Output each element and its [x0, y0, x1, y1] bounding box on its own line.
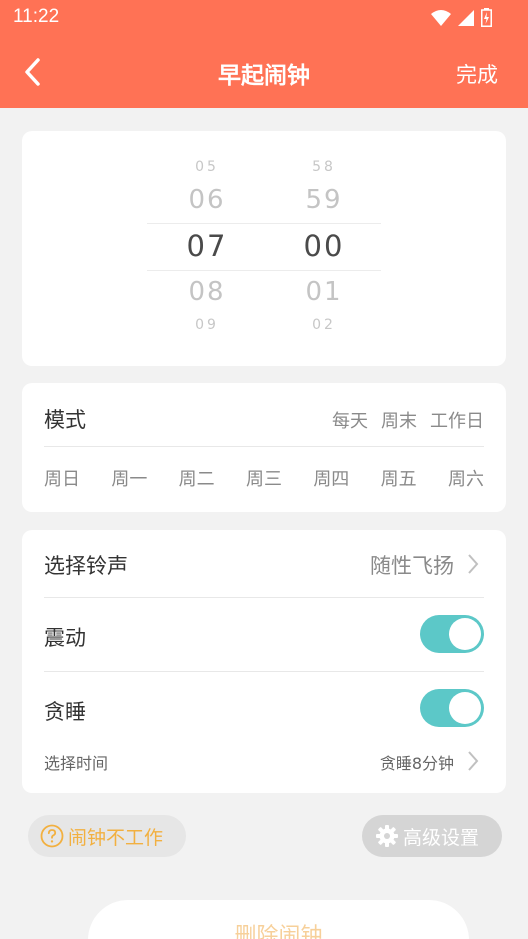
wifi-icon: [431, 9, 451, 26]
status-time: 11:22: [13, 6, 60, 27]
ringtone-label: 选择铃声: [44, 554, 128, 578]
mode-option-daily[interactable]: 每天: [332, 407, 368, 433]
repeat-mode-card: 模式 每天 周末 工作日 周日 周一 周二 周三 周四 周五 周六: [22, 383, 506, 512]
mode-label: 模式: [44, 408, 86, 432]
mode-option-weekend[interactable]: 周末: [381, 407, 417, 433]
alarm-not-working-button[interactable]: 闹钟不工作: [28, 815, 186, 857]
day-friday[interactable]: 周五: [381, 465, 417, 491]
hour-wheel[interactable]: 05 06 07 08 09: [147, 131, 267, 366]
minute-option[interactable]: 58: [264, 159, 384, 175]
snooze-label: 贪睡: [44, 700, 86, 724]
advanced-settings-button[interactable]: 高级设置: [362, 815, 502, 857]
day-monday[interactable]: 周一: [111, 465, 147, 491]
gear-icon: [376, 825, 398, 847]
snooze-time-label: 选择时间: [44, 754, 109, 773]
app-header: 11:22 早起闹钟 完成: [0, 0, 528, 108]
minute-option[interactable]: 59: [264, 185, 384, 215]
mode-options: 每天 周末 工作日: [332, 407, 484, 433]
hour-option[interactable]: 09: [147, 317, 267, 333]
hour-option[interactable]: 06: [147, 185, 267, 215]
time-picker[interactable]: 05 06 07 08 09 58 59 00 01 02: [22, 131, 506, 366]
advanced-settings-label: 高级设置: [403, 826, 480, 849]
divider: [44, 671, 484, 672]
signal-icon: [458, 9, 474, 26]
alarm-not-working-label: 闹钟不工作: [68, 826, 164, 849]
minute-option[interactable]: 02: [264, 317, 384, 333]
minute-option[interactable]: 01: [264, 277, 384, 307]
toggle-knob: [449, 692, 481, 724]
toggle-knob: [449, 618, 481, 650]
day-tuesday[interactable]: 周二: [179, 465, 215, 491]
day-sunday[interactable]: 周日: [44, 465, 80, 491]
done-button[interactable]: 完成: [456, 59, 498, 89]
snooze-toggle[interactable]: [420, 689, 484, 727]
day-wednesday[interactable]: 周三: [246, 465, 282, 491]
vibrate-toggle[interactable]: [420, 615, 484, 653]
status-icons: [431, 8, 492, 27]
divider: [44, 446, 484, 447]
ringtone-value[interactable]: 随性飞扬: [370, 550, 454, 580]
settings-card: 选择铃声 随性飞扬 震动 贪睡 选择时间 贪睡8分钟: [22, 530, 506, 793]
weekday-selector: 周日 周一 周二 周三 周四 周五 周六: [44, 465, 484, 491]
hour-option[interactable]: 05: [147, 159, 267, 175]
page-title: 早起闹钟: [218, 63, 310, 89]
minute-wheel[interactable]: 58 59 00 01 02: [264, 131, 384, 366]
hour-option[interactable]: 08: [147, 277, 267, 307]
mode-option-workday[interactable]: 工作日: [430, 407, 484, 433]
selection-bottom-line: [147, 270, 381, 271]
battery-icon: [481, 8, 492, 27]
delete-alarm-button[interactable]: 删除闹钟: [88, 900, 469, 939]
chevron-right-icon[interactable]: [466, 553, 480, 575]
snooze-time-value[interactable]: 贪睡8分钟: [380, 750, 454, 774]
chevron-right-icon[interactable]: [466, 750, 480, 772]
vibrate-label: 震动: [44, 626, 86, 650]
selection-top-line: [147, 223, 381, 224]
selected-minute[interactable]: 00: [264, 229, 384, 263]
day-thursday[interactable]: 周四: [313, 465, 349, 491]
day-saturday[interactable]: 周六: [448, 465, 484, 491]
help-icon: [40, 824, 64, 848]
selected-hour[interactable]: 07: [147, 229, 267, 263]
divider: [44, 597, 484, 598]
